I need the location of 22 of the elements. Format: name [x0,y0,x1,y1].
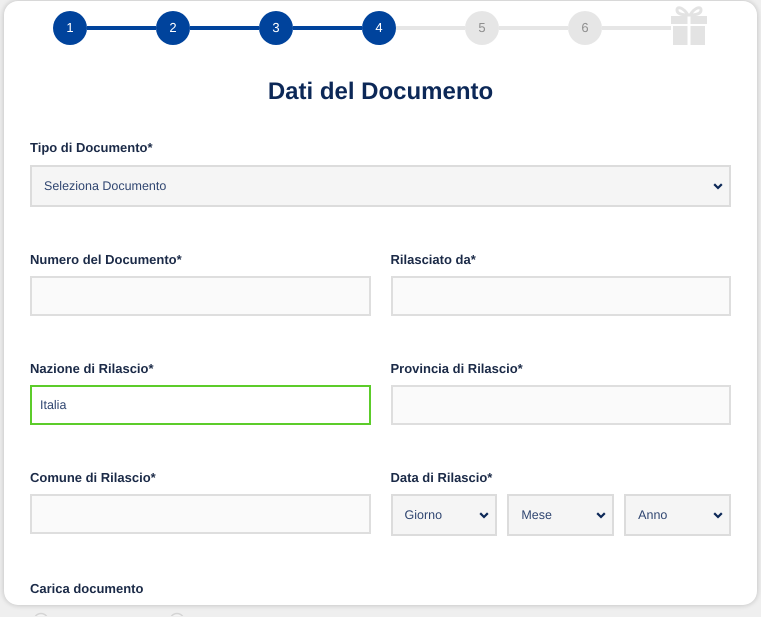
page-title: Dati del Documento [266,78,494,106]
text-input[interactable] [390,276,731,316]
chevron-down-icon [713,512,723,518]
chevron-down-icon [596,512,606,518]
dropdown[interactable]: Anno [624,494,731,536]
text-input[interactable] [30,276,370,316]
dropdown[interactable]: Giorno [390,494,498,536]
dropdown[interactable]: Mese [507,494,614,536]
text-input[interactable]: Italia [30,385,370,425]
text-input[interactable] [390,385,731,425]
field-label: Tipo di Documento* [30,139,154,157]
field-label: Data di Rilascio* [390,469,494,487]
field-label: Provincia di Rilascio* [390,360,524,378]
field-label: Comune di Rilascio* [30,469,157,487]
chevron-down-icon [479,512,490,518]
field-label: Rilasciato da* [390,251,477,269]
dropdown[interactable]: Seleziona Documento [30,165,731,207]
field-label: Nazione di Rilascio* [30,360,155,378]
text-input[interactable] [30,494,370,534]
field-label: Carica documento [30,580,144,598]
chevron-down-icon [713,182,723,190]
field-label: Numero del Documento* [30,251,183,269]
